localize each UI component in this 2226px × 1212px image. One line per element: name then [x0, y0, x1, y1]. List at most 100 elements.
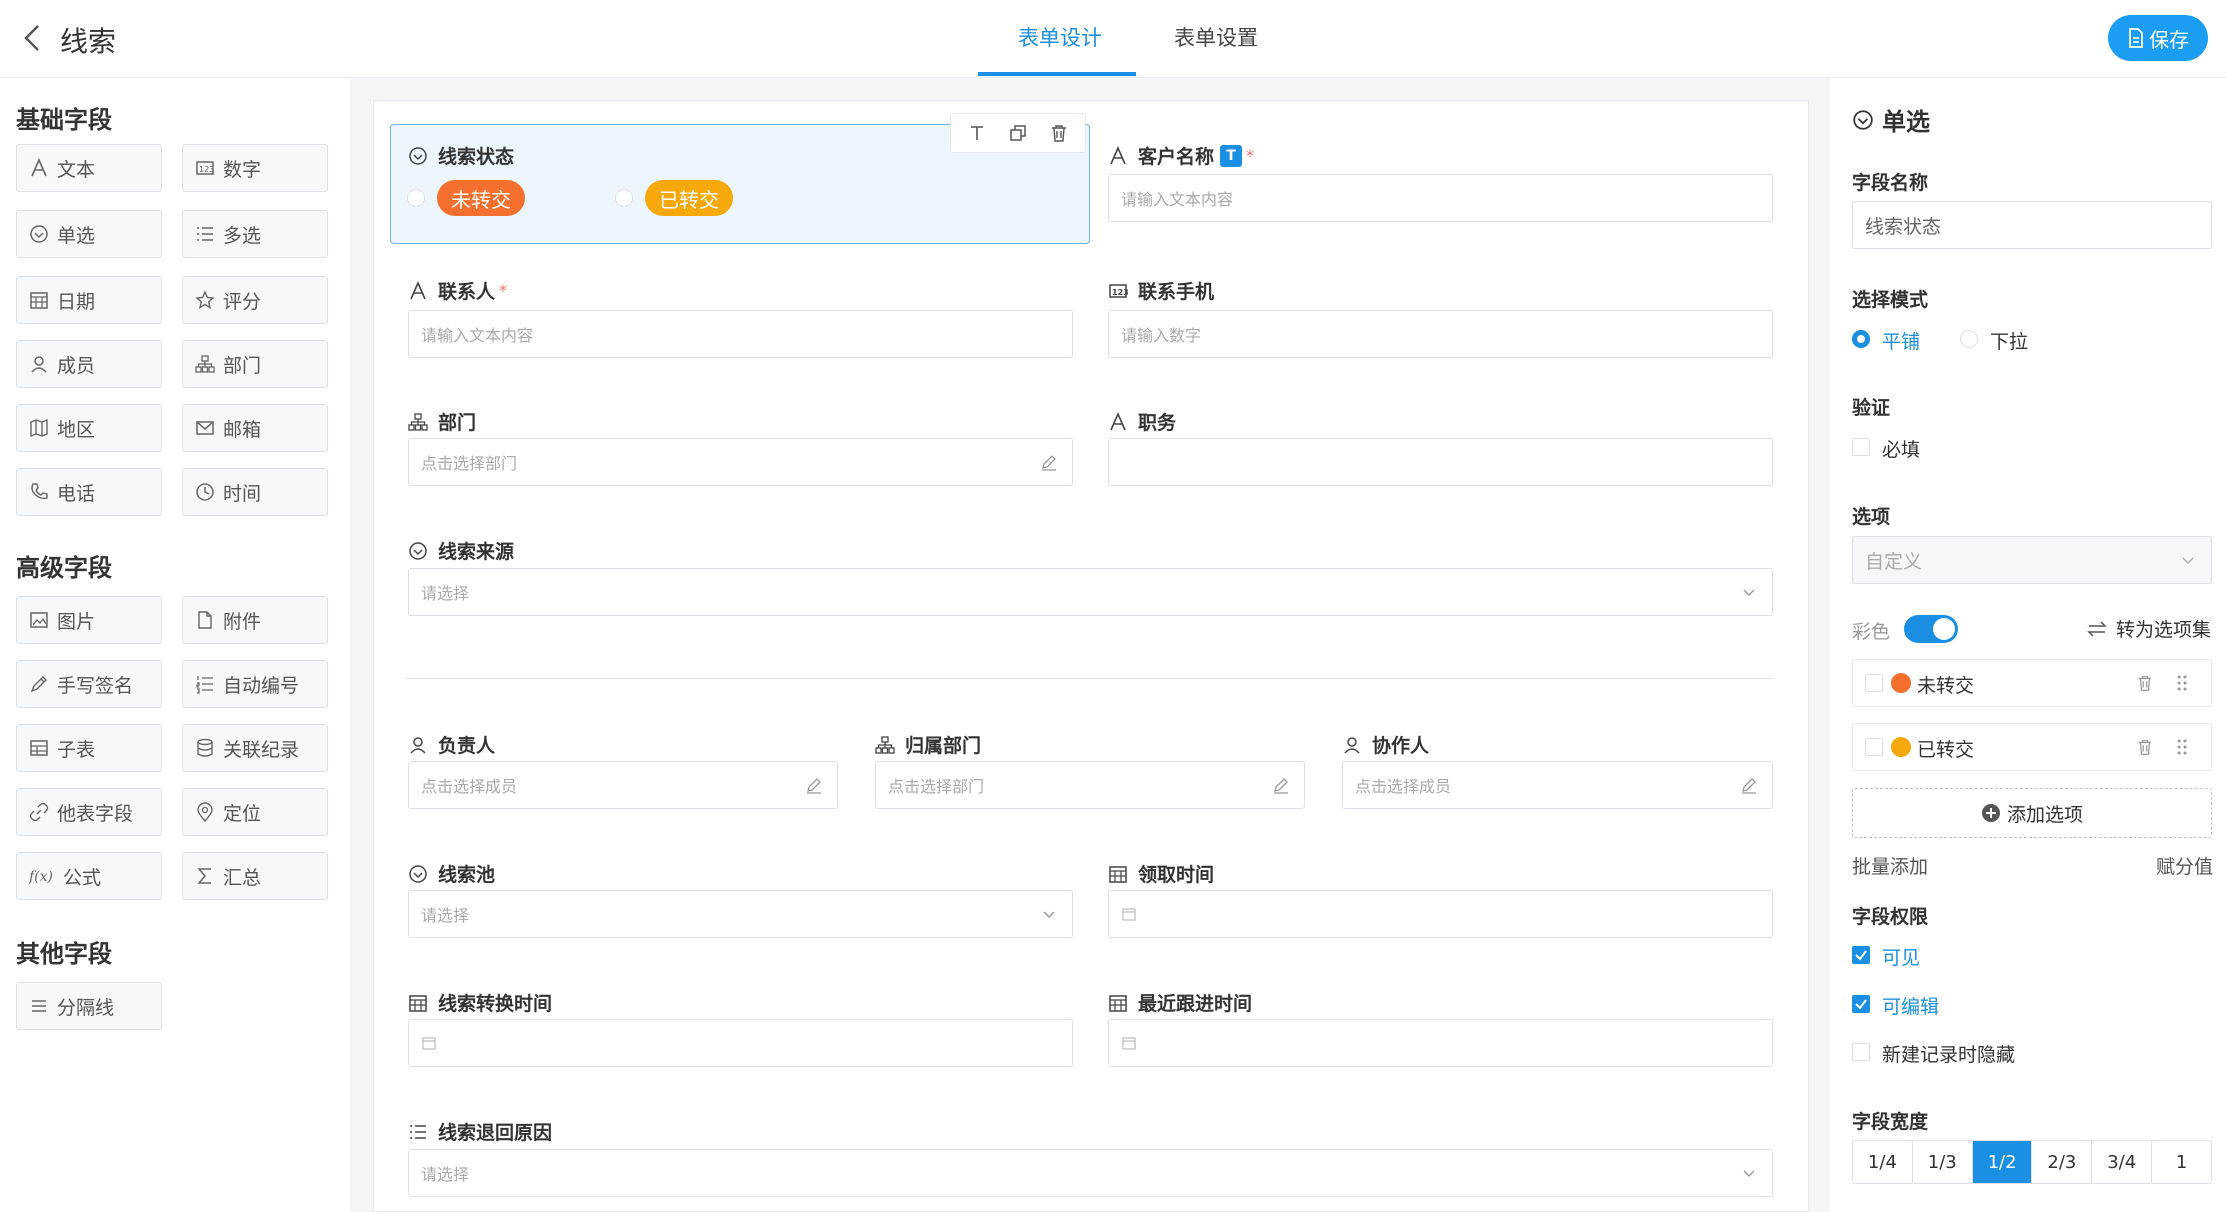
- back-arrow-icon[interactable]: [14, 18, 54, 58]
- field-auto-number[interactable]: 自动编号: [182, 660, 328, 708]
- delete-icon[interactable]: [2136, 674, 2154, 692]
- drag-handle-icon[interactable]: [2175, 738, 2189, 756]
- hide-on-new-checkbox[interactable]: [1852, 1043, 1870, 1061]
- swap-icon: [2087, 620, 2107, 637]
- mode-radio-dropdown[interactable]: [1960, 330, 1978, 348]
- claim-time-input[interactable]: [1108, 890, 1773, 938]
- option-label[interactable]: 未转交: [1917, 671, 1974, 698]
- pool-select[interactable]: 请选择: [408, 890, 1073, 938]
- number-icon: 123: [1109, 283, 1128, 298]
- option-radio-transferred[interactable]: [615, 189, 633, 207]
- field-member[interactable]: 成员: [16, 340, 162, 388]
- field-location-label: 定位: [223, 802, 262, 825]
- field-phone[interactable]: 电话: [16, 468, 162, 516]
- assign-value-link[interactable]: 赋分值: [2156, 852, 2213, 879]
- title-icon[interactable]: [967, 123, 987, 143]
- chevron-down-icon: [2182, 557, 2194, 564]
- convert-to-option-set[interactable]: 转为选项集: [2086, 615, 2211, 642]
- visible-checkbox[interactable]: [1852, 946, 1870, 964]
- list-icon: [410, 1124, 426, 1139]
- option-color-dot[interactable]: [1891, 673, 1911, 693]
- owner-dept-placeholder: 点击选择部门: [888, 777, 985, 796]
- field-date[interactable]: 日期: [16, 276, 162, 324]
- save-button[interactable]: 保存: [2108, 15, 2208, 61]
- delete-icon[interactable]: [2136, 738, 2154, 756]
- width-option[interactable]: 3/4: [2092, 1141, 2153, 1183]
- collaborator-input[interactable]: 点击选择成员: [1342, 761, 1773, 809]
- clock-icon: [196, 483, 214, 501]
- width-option[interactable]: 2/3: [2032, 1141, 2093, 1183]
- field-linked-record[interactable]: 关联纪录: [182, 724, 328, 772]
- width-option[interactable]: 1/3: [1913, 1141, 1973, 1183]
- option-color-dot[interactable]: [1891, 737, 1911, 757]
- field-time[interactable]: 时间: [182, 468, 328, 516]
- drag-handle-icon[interactable]: [2175, 674, 2189, 692]
- field-summary[interactable]: 汇总: [182, 852, 328, 900]
- option-row: 未转交: [1852, 659, 2212, 707]
- option-radio-untransferred[interactable]: [407, 189, 425, 207]
- field-rating[interactable]: 评分: [182, 276, 328, 324]
- field-subtable[interactable]: 子表: [16, 724, 162, 772]
- followup-time-input[interactable]: [1108, 1019, 1773, 1067]
- source-select[interactable]: 请选择: [408, 568, 1773, 616]
- copy-icon[interactable]: [1008, 123, 1028, 143]
- color-toggle[interactable]: [1904, 615, 1958, 643]
- options-label: 选项: [1852, 506, 1891, 528]
- tab-form-design[interactable]: 表单设计: [1018, 22, 1102, 52]
- field-divider[interactable]: 分隔线: [16, 982, 162, 1030]
- owner-input[interactable]: 点击选择成员: [408, 761, 838, 809]
- option-label[interactable]: 已转交: [1917, 735, 1974, 762]
- width-option[interactable]: 1/4: [1853, 1141, 1913, 1183]
- contact-input[interactable]: 请输入文本内容: [408, 310, 1073, 358]
- field-signature[interactable]: 手写签名: [16, 660, 162, 708]
- options-source-select[interactable]: 自定义: [1852, 536, 2212, 584]
- delete-icon[interactable]: [1049, 123, 1069, 143]
- required-mark: *: [1246, 146, 1255, 165]
- field-formula[interactable]: f(x) 公式: [16, 852, 162, 900]
- field-multi-select[interactable]: 多选: [182, 210, 328, 258]
- return-reason-select[interactable]: 请选择: [408, 1149, 1773, 1197]
- customer-name-input[interactable]: 请输入文本内容: [1108, 174, 1773, 222]
- phone-input[interactable]: 请输入数字: [1108, 310, 1773, 358]
- return-reason-label-text: 线索退回原因: [438, 1122, 553, 1144]
- width-label: 字段宽度: [1852, 1111, 1929, 1133]
- document-icon: [2129, 28, 2143, 48]
- batch-add-link[interactable]: 批量添加: [1852, 852, 1928, 879]
- field-region[interactable]: 地区: [16, 404, 162, 452]
- option-checkbox[interactable]: [1865, 674, 1883, 692]
- dept-input[interactable]: 点击选择部门: [408, 438, 1073, 486]
- dept-label-text: 部门: [438, 412, 477, 434]
- field-name-input[interactable]: 线索状态: [1852, 201, 2212, 249]
- verify-label: 验证: [1852, 397, 1891, 419]
- option-checkbox[interactable]: [1865, 738, 1883, 756]
- field-email[interactable]: 邮箱: [182, 404, 328, 452]
- field-image[interactable]: 图片: [16, 596, 162, 644]
- field-number-label: 数字: [223, 158, 262, 181]
- position-input[interactable]: [1108, 438, 1773, 486]
- field-text[interactable]: 文本: [16, 144, 162, 192]
- field-divider-label: 分隔线: [57, 996, 115, 1019]
- field-region-label: 地区: [57, 418, 96, 441]
- convert-time-input[interactable]: [408, 1019, 1073, 1067]
- required-checkbox[interactable]: [1852, 438, 1870, 456]
- width-option[interactable]: 1: [2152, 1141, 2211, 1183]
- field-date-label: 日期: [57, 290, 96, 313]
- field-number[interactable]: 123 数字: [182, 144, 328, 192]
- owner-dept-input[interactable]: 点击选择部门: [875, 761, 1305, 809]
- clue-status-label-text: 线索状态: [438, 146, 515, 168]
- editable-checkbox[interactable]: [1852, 995, 1870, 1013]
- field-department[interactable]: 部门: [182, 340, 328, 388]
- field-location[interactable]: 定位: [182, 788, 328, 836]
- field-attachment[interactable]: 附件: [182, 596, 328, 644]
- field-other-table[interactable]: 他表字段: [16, 788, 162, 836]
- mode-radio-tile[interactable]: [1852, 330, 1870, 348]
- field-other-table-label: 他表字段: [57, 802, 134, 825]
- field-single-select[interactable]: 单选: [16, 210, 162, 258]
- source-placeholder: 请选择: [421, 584, 470, 603]
- owner-placeholder: 点击选择成员: [421, 777, 518, 796]
- add-option-button[interactable]: 添加选项: [1852, 788, 2212, 838]
- width-option-active[interactable]: 1/2: [1972, 1141, 2033, 1183]
- tab-form-settings[interactable]: 表单设置: [1174, 22, 1258, 52]
- owner-label: 负责人: [408, 731, 495, 758]
- single-select-icon: [409, 541, 427, 560]
